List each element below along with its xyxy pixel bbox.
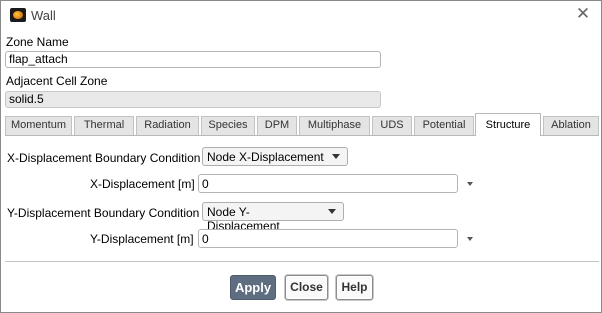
apply-button[interactable]: Apply	[230, 275, 276, 300]
chevron-down-icon	[328, 209, 336, 214]
chevron-down-icon	[332, 154, 340, 159]
zone-name-label: Zone Name	[6, 35, 69, 49]
tab-ablation[interactable]: Ablation	[543, 116, 599, 135]
tab-momentum[interactable]: Momentum	[5, 116, 72, 135]
wall-dialog: Wall ✕ Zone Name flap_attach Adjacent Ce…	[0, 0, 602, 313]
footer-divider	[5, 261, 599, 262]
close-button[interactable]: Close	[285, 275, 328, 300]
x-bc-label: X-Displacement Boundary Condition	[7, 151, 201, 165]
tab-uds[interactable]: UDS	[372, 116, 412, 135]
close-icon[interactable]: ✕	[574, 5, 592, 23]
tab-radiation[interactable]: Radiation	[136, 116, 199, 135]
y-bc-select[interactable]: Node Y-Displacement	[202, 202, 344, 233]
adjacent-cell-zone-label: Adjacent Cell Zone	[6, 74, 108, 88]
x-bc-selected: Node X-Displacement	[207, 150, 324, 164]
tab-structure[interactable]: Structure	[475, 113, 541, 136]
window-title: Wall	[31, 8, 56, 23]
y-disp-field[interactable]: 0	[198, 229, 458, 248]
title-bar: Wall ✕	[1, 1, 601, 29]
tab-multiphase[interactable]: Multiphase	[299, 116, 370, 135]
tab-potential[interactable]: Potential	[414, 116, 474, 135]
x-bc-select[interactable]: Node X-Displacement	[202, 147, 348, 166]
y-disp-dropdown-icon[interactable]	[467, 237, 473, 241]
help-button[interactable]: Help	[336, 275, 373, 300]
y-disp-label: Y-Displacement [m]	[90, 232, 194, 246]
tab-bar: Momentum Thermal Radiation Species DPM M…	[5, 113, 599, 136]
tab-dpm[interactable]: DPM	[257, 116, 297, 135]
adjacent-cell-zone-field: solid.5	[5, 91, 381, 108]
zone-name-field[interactable]: flap_attach	[5, 51, 381, 68]
x-disp-dropdown-icon[interactable]	[467, 182, 473, 186]
tab-thermal[interactable]: Thermal	[74, 116, 134, 135]
tab-species[interactable]: Species	[201, 116, 255, 135]
x-disp-field[interactable]: 0	[198, 174, 458, 193]
x-disp-label: X-Displacement [m]	[90, 177, 195, 191]
y-bc-label: Y-Displacement Boundary Condition	[7, 206, 200, 220]
app-icon	[10, 8, 26, 22]
